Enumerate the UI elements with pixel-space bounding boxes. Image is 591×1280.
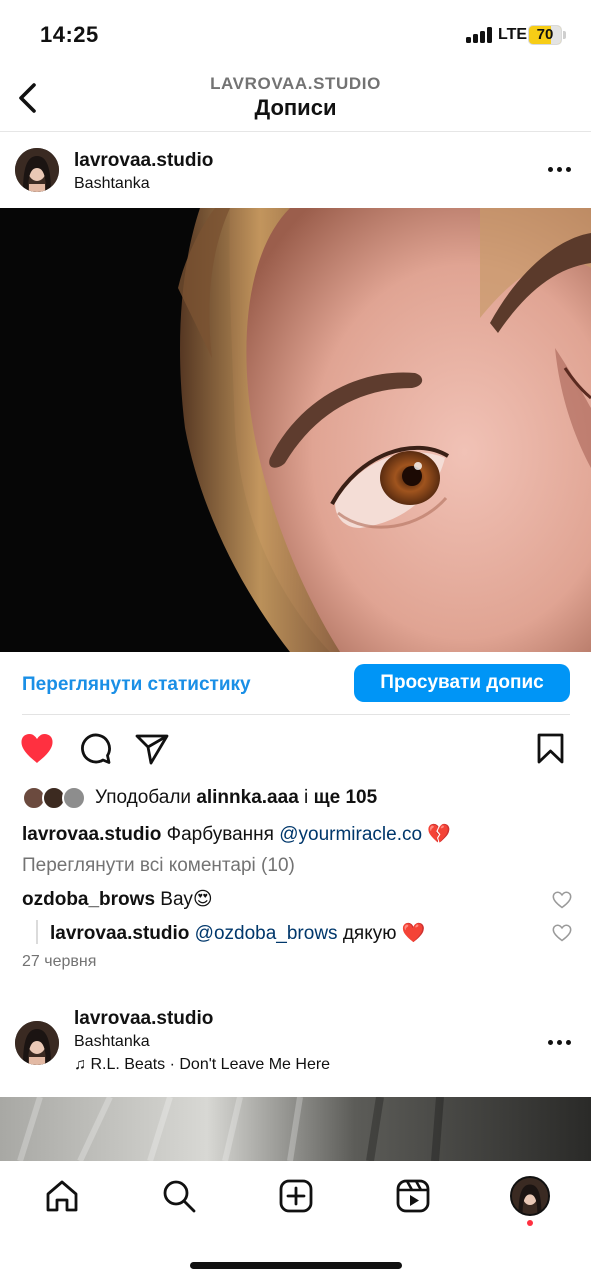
bottom-tab-bar	[0, 1161, 591, 1280]
reply-mention[interactable]: @ozdoba_brows	[195, 923, 338, 944]
avatar[interactable]	[15, 148, 59, 192]
post-date: 27 червня	[22, 953, 97, 970]
post-username[interactable]: lavrovaa.studio	[74, 150, 213, 172]
reply-username[interactable]: lavrovaa.studio	[50, 923, 189, 944]
reply-text: дякую ❤️	[342, 923, 426, 944]
boost-post-button[interactable]: Просувати допис	[354, 664, 570, 702]
likes-joiner: і	[304, 787, 309, 808]
battery-level: 70	[536, 26, 554, 43]
more-options-icon[interactable]	[548, 167, 574, 173]
heart-filled-icon[interactable]	[20, 733, 54, 764]
post-image[interactable]	[0, 1097, 591, 1161]
more-options-icon[interactable]	[548, 1040, 574, 1046]
post-music[interactable]: ♫ R.L. Beats · Don't Leave Me Here	[74, 1056, 330, 1074]
profile-avatar[interactable]	[510, 1176, 550, 1216]
music-note-icon: ♫	[74, 1056, 86, 1073]
post-location[interactable]: Bashtanka	[74, 175, 150, 193]
reply-thread-line	[36, 920, 38, 944]
likes-prefix: Уподобали	[95, 787, 192, 808]
bookmark-icon[interactable]	[537, 733, 564, 764]
network-type: LTE	[498, 26, 528, 43]
comment-bubble-icon[interactable]	[79, 733, 111, 765]
likes-summary[interactable]: Уподобали alinnka.aaa і ще 105	[95, 787, 377, 809]
notification-dot	[527, 1220, 533, 1226]
account-name: LAVROVAA.STUDIO	[210, 74, 381, 93]
post-caption: lavrovaa.studio Фарбування @yourmiracle.…	[22, 822, 451, 846]
post-location[interactable]: Bashtanka	[74, 1033, 150, 1051]
post-username[interactable]: lavrovaa.studio	[74, 1008, 213, 1030]
cellular-signal-icon	[466, 27, 494, 43]
comment-text: Вау😍	[160, 889, 213, 910]
reply-item: lavrovaa.studio @ozdoba_brows дякую ❤️	[50, 921, 425, 945]
search-icon[interactable]	[160, 1177, 198, 1215]
status-bar: 14:25 LTE 70	[0, 0, 591, 62]
post-image[interactable]	[0, 208, 591, 652]
home-indicator[interactable]	[190, 1262, 402, 1269]
status-time: 14:25	[40, 22, 99, 47]
page-header: LAVROVAA.STUDIO Дописи	[0, 62, 591, 132]
comment-item: ozdoba_brows Вау😍	[22, 888, 213, 911]
likes-more[interactable]: ще 105	[314, 787, 378, 808]
page-title: Дописи	[254, 95, 337, 120]
caption-username[interactable]: lavrovaa.studio	[22, 824, 161, 845]
heart-outline-icon[interactable]	[552, 891, 572, 909]
home-icon[interactable]	[43, 1177, 81, 1215]
reels-icon[interactable]	[394, 1177, 432, 1215]
avatar[interactable]	[15, 1021, 59, 1065]
music-track: R.L. Beats · Don't Leave Me Here	[90, 1056, 331, 1073]
paper-plane-icon[interactable]	[135, 733, 169, 765]
comment-username[interactable]: ozdoba_brows	[22, 889, 155, 910]
liker-avatars[interactable]	[22, 786, 88, 810]
create-icon[interactable]	[277, 1177, 315, 1215]
heart-outline-icon[interactable]	[552, 924, 572, 942]
divider	[22, 714, 570, 715]
caption-mention[interactable]: @yourmiracle.co	[279, 824, 422, 845]
view-all-comments-link[interactable]: Переглянути всі коментарі (10)	[22, 855, 295, 877]
view-insights-link[interactable]: Переглянути статистику	[22, 674, 251, 696]
caption-text: Фарбування	[166, 824, 274, 845]
battery-icon: 70	[528, 25, 566, 45]
broken-heart-emoji: 💔	[427, 824, 451, 845]
likes-user[interactable]: alinnka.aaa	[196, 787, 298, 808]
